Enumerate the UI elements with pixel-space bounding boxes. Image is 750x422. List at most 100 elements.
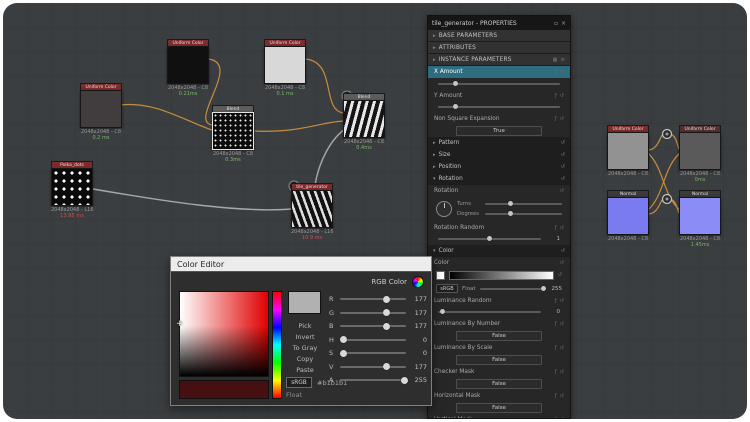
fx-icon[interactable]: ƒ (555, 93, 557, 99)
section-attributes[interactable]: ▸ ATTRIBUTES (428, 42, 570, 54)
node-thumbnail[interactable] (607, 132, 649, 170)
slider-track[interactable] (340, 312, 406, 314)
checker-mask-toggle[interactable]: False (456, 379, 542, 389)
to-gray-button[interactable]: To Gray (286, 343, 324, 353)
reset-icon[interactable]: ↺ (560, 298, 564, 304)
reset-icon[interactable]: ↺ (560, 393, 564, 399)
slider-knob[interactable] (383, 323, 390, 330)
slider-red[interactable]: R 177 (329, 295, 427, 303)
float-label[interactable]: Float (462, 286, 476, 292)
param-y-amount[interactable]: Y Amount ƒ↺ (428, 90, 570, 101)
node-thumbnail[interactable] (679, 132, 721, 170)
node-tile-generator[interactable]: tile_generator 2048x2048 - L16 10.9 ms (291, 183, 333, 241)
fx-icon[interactable]: ƒ (555, 69, 557, 75)
reset-icon[interactable]: ↺ (561, 164, 565, 170)
section-instance-parameters[interactable]: ▸ INSTANCE PARAMETERS ▦ ≡ (428, 54, 570, 66)
x-amount-slider[interactable] (428, 78, 570, 90)
node-normal-1[interactable]: Normal 2048x2048 - C8 (607, 190, 649, 242)
fx-icon[interactable]: ƒ (555, 417, 557, 420)
slider-track[interactable] (340, 339, 406, 341)
slider-knob[interactable] (453, 81, 458, 86)
reset-icon[interactable]: ↺ (561, 176, 565, 182)
slider-value-v[interactable]: V 177 (329, 363, 427, 371)
slider-track[interactable] (438, 238, 541, 240)
reset-icon[interactable]: ↺ (560, 345, 564, 351)
fx-icon[interactable]: ƒ (555, 225, 557, 231)
color-wheel-icon[interactable] (412, 276, 424, 288)
section-size[interactable]: ▸ Size ↺ (428, 149, 570, 161)
slider-knob[interactable] (453, 104, 458, 109)
rotation-random-slider[interactable]: 1 (428, 233, 570, 245)
slider-knob[interactable] (340, 350, 347, 357)
copy-button[interactable]: Copy (286, 354, 324, 364)
node-graph-canvas[interactable]: ƒ Uniform Color 2048x2048 - C8 0.21ms Un… (3, 3, 747, 419)
node-thumbnail[interactable] (264, 46, 306, 84)
node-uniform-color-3[interactable]: Uniform Color 2048x2048 - C8 0.2 ms (80, 83, 122, 141)
slider-track[interactable] (438, 311, 541, 313)
rotation-turns-row[interactable]: Turns (457, 201, 562, 207)
section-color[interactable]: ▾ Color ↺ (428, 245, 570, 257)
reset-icon[interactable]: ↺ (561, 248, 565, 254)
slider-track[interactable] (485, 213, 562, 215)
slider-green[interactable]: G 177 (329, 309, 427, 317)
paste-button[interactable]: Paste (286, 365, 324, 375)
non-square-expansion-toggle[interactable]: True (456, 126, 542, 136)
node-polka-dots[interactable]: Polka_dots 2048x2048 - L16 13.95 ms (51, 161, 93, 219)
color-editor-titlebar[interactable]: Color Editor (171, 257, 431, 272)
fx-icon[interactable]: ƒ (555, 298, 557, 304)
node-thumbnail[interactable] (80, 90, 122, 128)
color-swatch[interactable] (436, 271, 445, 280)
node-blend-2[interactable]: Blend 2048x2048 - C8 0.4ms (343, 93, 385, 151)
hue-strip[interactable] (272, 291, 282, 399)
node-thumbnail[interactable] (343, 100, 385, 138)
slider-knob[interactable] (383, 363, 390, 370)
node-uniform-color-2[interactable]: Uniform Color 2048x2048 - C8 0.1 ms (264, 39, 306, 97)
slider-track[interactable] (480, 288, 544, 290)
reset-icon[interactable]: ↺ (560, 369, 564, 375)
reset-icon[interactable]: ↺ (560, 417, 564, 420)
node-thumbnail[interactable] (679, 197, 721, 235)
saturation-value-picker[interactable]: + (179, 291, 269, 377)
slider-knob[interactable] (383, 309, 390, 316)
luminance-by-scale-toggle[interactable]: False (456, 355, 542, 365)
reset-icon[interactable]: ↺ (558, 272, 562, 278)
reset-icon[interactable]: ↺ (561, 140, 565, 146)
node-normal-2[interactable]: Normal 2048x2048 - C8 1.45ms (679, 190, 721, 248)
horizontal-mask-toggle[interactable]: False (456, 403, 542, 413)
node-uniform-color-1[interactable]: Uniform Color 2048x2048 - C8 0.21ms (167, 39, 209, 97)
slider-track[interactable] (340, 366, 406, 368)
node-thumbnail[interactable] (607, 197, 649, 235)
slider-blue[interactable]: B 177 (329, 322, 427, 330)
reset-icon[interactable]: ↺ (560, 188, 564, 194)
slider-knob[interactable] (508, 201, 513, 206)
slider-knob[interactable] (340, 336, 347, 343)
srgb-toggle[interactable]: sRGB (286, 377, 312, 388)
reset-icon[interactable]: ↺ (560, 225, 564, 231)
srgb-button[interactable]: sRGB (436, 284, 458, 293)
menu-icon[interactable]: ≡ (561, 57, 565, 63)
pick-button[interactable]: Pick (286, 321, 324, 331)
slider-knob[interactable] (508, 211, 513, 216)
slider-track[interactable] (438, 106, 560, 108)
node-thumbnail[interactable] (51, 168, 93, 206)
node-uniform-color-4[interactable]: Uniform Color 2048x2048 - C8 (607, 125, 649, 177)
slider-hue[interactable]: H 0 (329, 336, 427, 344)
slider-track[interactable] (340, 325, 406, 327)
slider-knob[interactable] (541, 286, 546, 291)
fx-icon[interactable]: ƒ (555, 369, 557, 375)
fx-icon[interactable]: ƒ (555, 345, 557, 351)
slider-knob[interactable] (487, 236, 492, 241)
reset-icon[interactable]: ↺ (560, 321, 564, 327)
fx-icon[interactable]: ƒ (555, 116, 557, 122)
fx-icon[interactable]: ƒ (555, 321, 557, 327)
reset-icon[interactable]: ↺ (560, 116, 564, 122)
slider-saturation[interactable]: S 0 (329, 349, 427, 357)
properties-titlebar[interactable]: tile_generator - PROPERTIES ▫ × (428, 16, 570, 30)
node-thumbnail[interactable] (291, 190, 333, 228)
fx-icon[interactable]: ƒ (555, 393, 557, 399)
luminance-random-slider[interactable]: 0 (428, 306, 570, 318)
node-thumbnail[interactable] (212, 112, 254, 150)
close-icon[interactable]: × (561, 20, 566, 27)
reset-icon[interactable]: ↺ (560, 93, 564, 99)
slider-track[interactable] (438, 83, 560, 85)
